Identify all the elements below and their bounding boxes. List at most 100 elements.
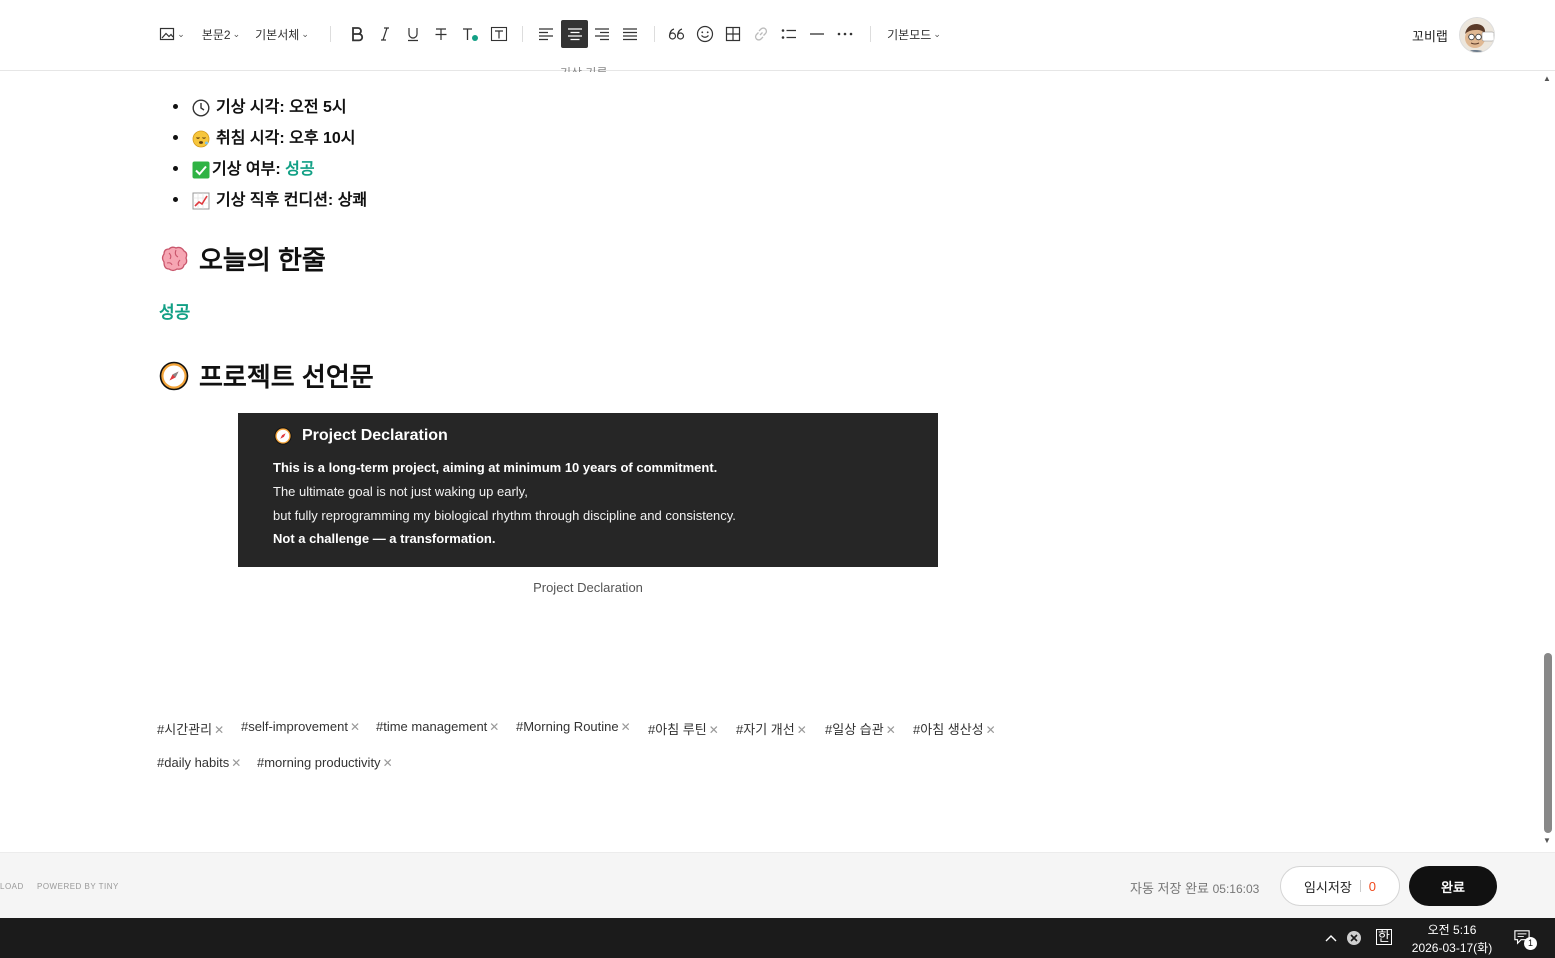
tag-item[interactable]: #아침 루틴 ✕	[648, 719, 719, 738]
close-icon[interactable]: ✕	[886, 723, 896, 737]
declaration-line: This is a long-term project, aiming at m…	[273, 460, 718, 475]
close-icon[interactable]: ✕	[797, 723, 807, 737]
autosave-status: 자동 저장 완료 05:16:03	[1130, 878, 1259, 897]
scroll-down-arrow-icon[interactable]: ▼	[1543, 836, 1553, 846]
tag-item[interactable]: #Morning Routine ✕	[516, 719, 631, 734]
link-button[interactable]	[749, 20, 773, 48]
strikethrough-button[interactable]	[430, 20, 452, 48]
editor-toolbar: ⌄ 본문2 ⌄ 기본서체 ⌄ 기본모드 ⌄ 꼬비랩	[0, 0, 1555, 71]
close-icon[interactable]: ✕	[214, 723, 224, 737]
quote-icon	[668, 28, 685, 40]
tag-item[interactable]: #time management ✕	[376, 719, 499, 734]
align-left-button[interactable]	[534, 20, 558, 48]
network-disconnected-icon[interactable]	[1346, 930, 1362, 946]
table-icon	[725, 26, 741, 42]
done-button[interactable]: 완료	[1409, 866, 1497, 906]
divider	[1359, 880, 1361, 892]
chevron-down-icon: ⌄	[301, 28, 309, 39]
chevron-up-icon[interactable]	[1323, 930, 1339, 946]
temp-save-count[interactable]: 0	[1369, 879, 1376, 894]
editor-footer: LOAD POWERED BY TINY 자동 저장 완료 05:16:03 임…	[0, 852, 1555, 918]
align-center-icon	[567, 28, 582, 41]
emoji-button[interactable]	[693, 20, 717, 48]
list-button[interactable]	[777, 20, 801, 48]
close-icon[interactable]: ✕	[383, 756, 393, 770]
list-item[interactable]: 기상 여부: 성공	[158, 154, 367, 185]
autosave-label: 자동 저장 완료	[1130, 881, 1209, 896]
scrollbar-thumb[interactable]	[1544, 653, 1552, 833]
more-options-button[interactable]	[833, 20, 857, 48]
today-text[interactable]: 성공	[159, 298, 190, 323]
align-justify-icon	[623, 28, 637, 41]
align-right-icon	[595, 28, 609, 41]
quote-button[interactable]	[665, 20, 689, 48]
bullet-list-icon	[781, 29, 796, 39]
close-icon[interactable]: ✕	[231, 756, 241, 770]
underline-icon	[408, 28, 418, 42]
tag-item[interactable]: #morning productivity ✕	[257, 755, 393, 770]
close-icon[interactable]: ✕	[621, 720, 631, 734]
align-left-icon	[539, 28, 553, 41]
close-icon[interactable]: ✕	[350, 720, 360, 734]
tag-item[interactable]: #일상 습관 ✕	[825, 719, 896, 738]
italic-button[interactable]	[374, 20, 396, 48]
align-justify-button[interactable]	[618, 20, 642, 48]
check-mark-icon	[192, 161, 210, 179]
image-insert-button[interactable]: ⌄	[158, 20, 186, 48]
tag-label: #daily habits	[157, 755, 230, 770]
notification-badge: 1	[1524, 937, 1537, 950]
profile-name[interactable]: 꼬비랩	[1412, 26, 1448, 45]
avatar[interactable]	[1459, 17, 1495, 53]
tag-label: #자기 개선	[736, 722, 795, 737]
table-button[interactable]	[721, 20, 745, 48]
clock-date[interactable]: 2026-03-17(화)	[1408, 939, 1496, 956]
close-icon[interactable]: ✕	[986, 723, 996, 737]
tag-label: #self-improvement	[241, 719, 348, 734]
tag-item[interactable]: #self-improvement ✕	[241, 719, 360, 734]
editor-mode-dropdown[interactable]: 기본모드 ⌄	[885, 20, 943, 48]
list-item[interactable]: 기상 시각: 오전 5시	[158, 92, 367, 123]
section-title: 오늘의 한줄	[199, 245, 326, 275]
scroll-up-arrow-icon[interactable]: ▲	[1543, 74, 1553, 84]
paragraph-style-dropdown[interactable]: 본문2 ⌄	[199, 20, 243, 48]
wake-stats-list: 기상 시각: 오전 5시 취침 시각: 오후 10시 기상 여부: 성공 기상 …	[158, 92, 367, 216]
temp-save-label: 임시저장	[1303, 879, 1352, 895]
list-item[interactable]: 기상 직후 컨디션: 상쾌	[158, 185, 367, 216]
declaration-title-text: Project Declaration	[302, 427, 448, 444]
temp-save-button[interactable]: 임시저장 0	[1280, 866, 1400, 906]
chevron-down-icon: ⌄	[933, 28, 941, 39]
close-icon[interactable]: ✕	[489, 720, 499, 734]
ime-indicator[interactable]: 한	[1376, 929, 1392, 945]
image-caption[interactable]: Project Declaration	[238, 580, 938, 595]
clock-time[interactable]: 오전 5:16	[1410, 921, 1494, 938]
toolbar-divider	[870, 26, 871, 42]
tag-item[interactable]: #아침 생산성 ✕	[913, 719, 996, 738]
tag-label: #morning productivity	[257, 755, 381, 770]
list-item[interactable]: 취침 시각: 오후 10시	[158, 123, 367, 154]
font-family-dropdown[interactable]: 기본서체 ⌄	[253, 20, 311, 48]
tag-item[interactable]: #시간관리 ✕	[157, 719, 224, 738]
bold-button[interactable]	[346, 20, 368, 48]
text-color-button[interactable]	[458, 20, 482, 48]
clock-icon	[192, 98, 210, 117]
declaration-line: The ultimate goal is not just waking up …	[273, 484, 528, 499]
toolbar-divider	[522, 26, 523, 42]
section-heading-today[interactable]: 오늘의 한줄	[159, 240, 326, 277]
align-center-button[interactable]	[561, 20, 588, 48]
close-icon[interactable]: ✕	[709, 723, 719, 737]
horizontal-rule-button[interactable]	[805, 20, 829, 48]
align-right-button[interactable]	[590, 20, 614, 48]
compass-icon	[159, 361, 189, 391]
section-heading-declaration[interactable]: 프로젝트 선언문	[159, 357, 374, 394]
tag-item[interactable]: #daily habits ✕	[157, 755, 241, 770]
declaration-image[interactable]: Project Declaration This is a long-term …	[238, 413, 938, 567]
powered-by-text[interactable]: POWERED BY TINY	[37, 882, 119, 891]
underline-button[interactable]	[402, 20, 424, 48]
text-background-button[interactable]	[487, 20, 511, 48]
sleeping-face-icon	[192, 130, 210, 148]
tag-label: #일상 습관	[825, 722, 884, 737]
autosave-time: 05:16:03	[1212, 882, 1260, 896]
paragraph-style-value: 본문2	[201, 27, 231, 42]
bold-icon	[352, 27, 364, 42]
tag-item[interactable]: #자기 개선 ✕	[736, 719, 807, 738]
